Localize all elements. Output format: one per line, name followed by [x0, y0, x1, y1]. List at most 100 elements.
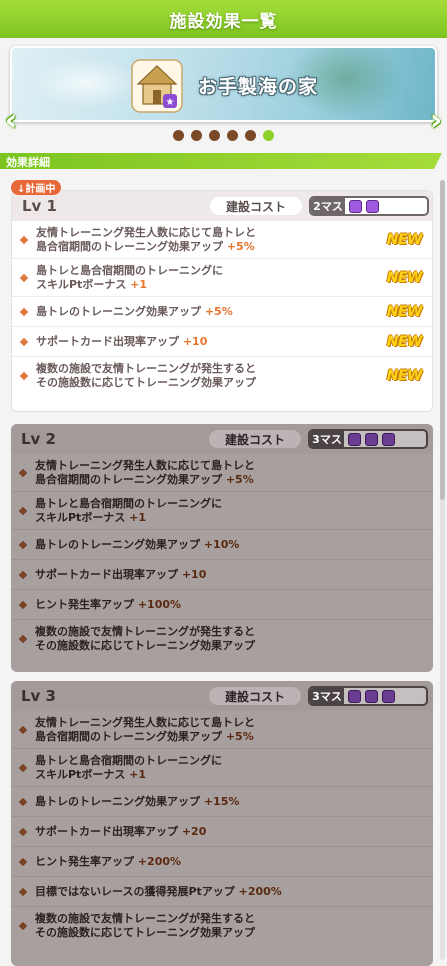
plan-badge: ↓計画中	[11, 180, 62, 195]
effect-text: サポートカード出現率アップ +10	[36, 334, 208, 348]
effect-text: 友情トレーニング発生人数に応じて島トレと 島合宿期間のトレーニング効果アップ +…	[36, 225, 256, 253]
effect-row: サポートカード出現率アップ +10 NEW	[12, 327, 432, 357]
cost-square	[349, 199, 362, 213]
effect-row: ヒント発生率アップ +200%	[11, 847, 433, 877]
effect-row: 島トレと島合宿期間のトレーニングに スキルPtボーナス +1 NEW	[12, 259, 432, 297]
card-header: Lv 3 建設コスト 3マス	[11, 681, 433, 711]
beach-hut-icon: ★	[131, 59, 183, 113]
bullet-icon	[19, 307, 29, 316]
effects: 友情トレーニング発生人数に応じて島トレと 島合宿期間のトレーニング効果アップ +…	[11, 454, 433, 658]
page-dot[interactable]	[245, 130, 256, 141]
effect-text: 複数の施設で友情トレーニングが発生すると その施設数に応じてトレーニング効果アッ…	[35, 625, 255, 652]
effect-row: 島トレのトレーニング効果アップ +10%	[11, 530, 433, 560]
bullet-icon	[18, 570, 28, 579]
card-header: Lv 1 建設コスト 2マス	[12, 191, 432, 221]
build-cost-label: 建設コスト	[210, 197, 302, 215]
bullet-icon	[18, 725, 28, 734]
effect-text: 島トレのトレーニング効果アップ +15%	[35, 794, 240, 808]
scrollbar-thumb[interactable]	[440, 180, 445, 500]
new-badge: NEW	[386, 333, 423, 350]
bullet-icon	[18, 540, 28, 549]
effect-row: ヒント発生率アップ +100%	[11, 590, 433, 620]
effect-row: サポートカード出現率アップ +20	[11, 817, 433, 847]
effect-row: 島トレのトレーニング効果アップ +5% NEW	[12, 297, 432, 327]
card-header: Lv 2 建設コスト 3マス	[11, 424, 433, 454]
bullet-icon	[18, 797, 28, 806]
effect-row: サポートカード出現率アップ +10	[11, 560, 433, 590]
effect-text: 島トレと島合宿期間のトレーニングに スキルPtボーナス +1	[36, 263, 223, 291]
effect-row: 島トレと島合宿期間のトレーニングに スキルPtボーナス +1	[11, 492, 433, 530]
effect-row: 友情トレーニング発生人数に応じて島トレと 島合宿期間のトレーニング効果アップ +…	[12, 221, 432, 259]
effect-text: 目標ではないレースの獲得発展Ptアップ +200%	[35, 884, 282, 898]
effect-row: 友情トレーニング発生人数に応じて島トレと 島合宿期間のトレーニング効果アップ +…	[11, 454, 433, 492]
effect-row: 島トレのトレーニング効果アップ +15%	[11, 787, 433, 817]
effect-text: サポートカード出現率アップ +10	[35, 567, 207, 581]
cost-masu: 3マス	[310, 688, 344, 704]
effect-text: 複数の施設で友情トレーニングが発生すると その施設数に応じてトレーニング効果アッ…	[36, 362, 256, 389]
bullet-icon	[18, 600, 28, 609]
effect-text: 友情トレーニング発生人数に応じて島トレと 島合宿期間のトレーニング効果アップ +…	[35, 458, 255, 486]
cost-square	[366, 199, 379, 213]
effects: 友情トレーニング発生人数に応じて島トレと 島合宿期間のトレーニング効果アップ +…	[11, 711, 433, 945]
level-card-3: Lv 3 建設コスト 3マス 友情トレーニング発生人数に応じて島トレと 島合宿期…	[11, 681, 433, 966]
effect-text: ヒント発生率アップ +100%	[35, 597, 182, 611]
bullet-icon	[19, 273, 29, 282]
build-cost-box: 3マス	[308, 429, 428, 449]
section-header: 効果詳細	[0, 153, 447, 170]
effect-text: 島トレのトレーニング効果アップ +10%	[35, 537, 240, 551]
effects: 友情トレーニング発生人数に応じて島トレと 島合宿期間のトレーニング効果アップ +…	[12, 221, 432, 395]
cost-square	[365, 689, 378, 703]
page-dot[interactable]	[227, 130, 238, 141]
bullet-icon	[19, 337, 29, 346]
cost-square	[365, 432, 378, 446]
effect-text: 島トレのトレーニング効果アップ +5%	[36, 304, 233, 318]
effect-text: 複数の施設で友情トレーニングが発生すると その施設数に応じてトレーニング効果アッ…	[35, 912, 255, 939]
effects-list[interactable]: ↓計画中 Lv 1 建設コスト 2マス 友情トレーニング発生人数に応じて島トレと…	[0, 176, 447, 966]
effect-text: 島トレと島合宿期間のトレーニングに スキルPtボーナス +1	[35, 496, 222, 524]
level-label: Lv 3	[21, 687, 56, 705]
section-label: 効果詳細	[6, 156, 50, 169]
build-cost-box: 2マス	[309, 196, 429, 216]
facility-name: お手製海の家	[198, 76, 319, 98]
cost-square	[382, 432, 395, 446]
new-badge: NEW	[386, 269, 423, 286]
bullet-icon	[18, 921, 28, 931]
cost-masu: 3マス	[310, 431, 344, 447]
cost-square	[348, 432, 361, 446]
page-dot[interactable]	[173, 130, 184, 141]
header-bar: 施設効果一覧	[0, 0, 447, 38]
facility-banner: ★ お手製海の家	[10, 46, 437, 122]
page-title: 施設効果一覧	[169, 11, 278, 32]
effect-row: 複数の施設で友情トレーニングが発生すると その施設数に応じてトレーニング効果アッ…	[12, 357, 432, 395]
bullet-icon	[19, 371, 29, 381]
effect-row: 複数の施設で友情トレーニングが発生すると その施設数に応じてトレーニング効果アッ…	[11, 620, 433, 658]
cost-square	[348, 689, 361, 703]
page-dot[interactable]	[191, 130, 202, 141]
new-badge: NEW	[386, 231, 423, 248]
effect-row: 複数の施設で友情トレーニングが発生すると その施設数に応じてトレーニング効果アッ…	[11, 907, 433, 945]
section-header-bar	[0, 153, 442, 169]
level-label: Lv 2	[21, 430, 56, 448]
effect-row: 島トレと島合宿期間のトレーニングに スキルPtボーナス +1	[11, 749, 433, 787]
page-dot[interactable]	[263, 130, 274, 141]
build-cost-label: 建設コスト	[209, 687, 301, 705]
level-card-2: Lv 2 建設コスト 3マス 友情トレーニング発生人数に応じて島トレと 島合宿期…	[11, 424, 433, 672]
bullet-icon	[18, 763, 28, 772]
build-cost-box: 3マス	[308, 686, 428, 706]
bullet-icon	[18, 857, 28, 866]
effect-text: サポートカード出現率アップ +20	[35, 824, 207, 838]
effect-row: 友情トレーニング発生人数に応じて島トレと 島合宿期間のトレーニング効果アップ +…	[11, 711, 433, 749]
cost-masu: 2マス	[311, 198, 345, 214]
build-cost-label: 建設コスト	[209, 430, 301, 448]
effect-text: ヒント発生率アップ +200%	[35, 854, 182, 868]
page-indicator	[0, 130, 447, 144]
scrollbar[interactable]	[440, 180, 445, 960]
page-dot[interactable]	[209, 130, 220, 141]
bullet-icon	[18, 634, 28, 644]
new-badge: NEW	[386, 368, 423, 384]
svg-text:★: ★	[166, 97, 175, 108]
bullet-icon	[18, 468, 28, 477]
bullet-icon	[18, 506, 28, 515]
bullet-icon	[19, 235, 29, 244]
bullet-icon	[18, 887, 28, 896]
